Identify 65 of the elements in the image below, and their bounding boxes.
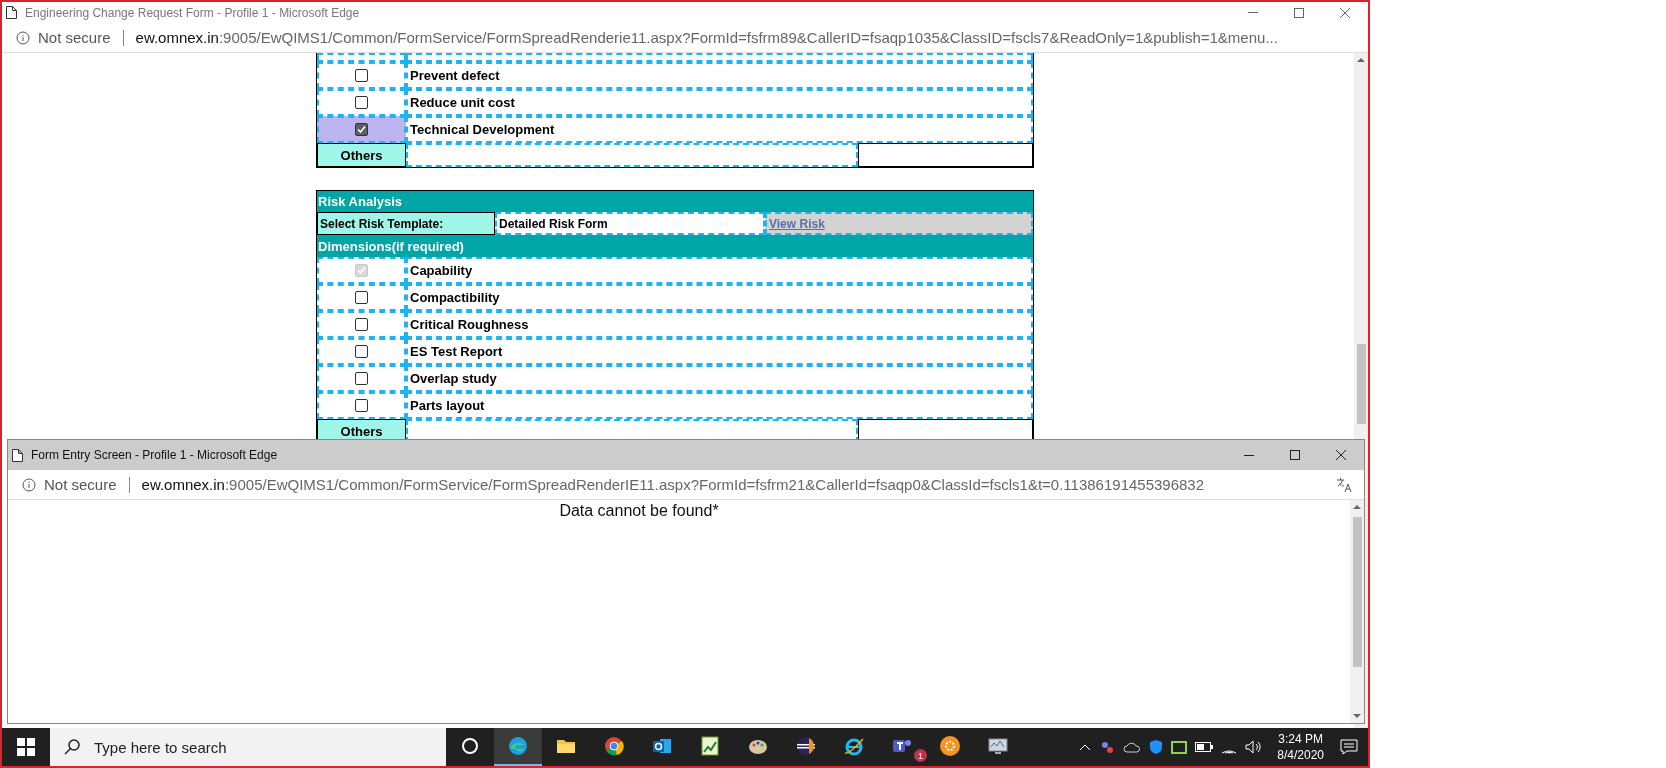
chrome-icon[interactable] — [603, 735, 625, 757]
checkbox[interactable] — [355, 123, 368, 136]
cloud-icon[interactable] — [1123, 740, 1142, 754]
address-field[interactable]: ew.omnex.in:9005/EwQIMS1/Common/FormService/FormSpreadRenderie11.aspx?FormId=fsfrm89&CallerID=fsaqp1035&ClassID=fscls7&ReadOnly=1&publish=1&menu... — [135, 29, 1278, 46]
template-field[interactable]: Detailed Risk Form — [495, 212, 765, 235]
option-label: Overlap study — [406, 365, 1033, 392]
document-icon — [6, 6, 17, 19]
clock[interactable]: 3:24 PM 8/4/2020 — [1277, 731, 1324, 763]
option-label: Capability — [406, 257, 1033, 284]
security-label[interactable]: Not secure — [44, 476, 117, 493]
scroll-up-icon[interactable] — [1353, 503, 1361, 511]
browser-icon[interactable] — [843, 735, 865, 757]
scrollbar-thumb[interactable] — [1352, 517, 1362, 667]
option-label: Technical Development — [406, 116, 1033, 143]
flower-icon[interactable] — [939, 735, 961, 757]
maximize-icon[interactable] — [1294, 7, 1304, 18]
close-icon[interactable] — [1340, 7, 1350, 18]
circle-icon[interactable] — [459, 735, 481, 757]
checkbox[interactable] — [355, 345, 368, 358]
search-field[interactable]: Type here to search — [50, 728, 446, 766]
error-message: Data cannot be found* — [558, 501, 720, 520]
scroll-down-icon[interactable] — [1353, 712, 1361, 720]
option-label: Critical Roughness — [406, 311, 1033, 338]
battery-icon[interactable] — [1195, 742, 1214, 752]
address-field[interactable]: ew.omnex.in:9005/EwQIMS1/Common/FormService/FormSpreadRenderIE11.aspx?FormId=fsfrm21&CallerId=fsaqp0&ClassId=fscls1&t=0.11386191455396832 — [141, 476, 1205, 493]
notification-icon[interactable] — [1340, 739, 1358, 755]
shield-icon[interactable] — [1149, 739, 1164, 755]
option-label: Compactibility — [406, 284, 1033, 311]
volume-icon[interactable] — [1245, 740, 1262, 754]
sphere-icon[interactable] — [795, 735, 817, 757]
scroll-up-icon[interactable] — [1357, 56, 1365, 64]
document-icon — [12, 448, 23, 462]
translate-icon[interactable] — [1336, 476, 1352, 493]
app-tray-icon[interactable] — [1171, 739, 1188, 755]
section-header: Dimensions(if required) — [317, 235, 1033, 257]
window-title: Engineering Change Request Form - Profile 1 - Microsoft Edge — [25, 5, 360, 20]
close-icon[interactable] — [1336, 450, 1346, 460]
option-label: Reduce unit cost — [406, 89, 1033, 116]
window-title: Form Entry Screen - Profile 1 - Microsoft Edge — [31, 448, 278, 462]
checkbox[interactable] — [355, 96, 368, 109]
chart-icon[interactable] — [699, 735, 721, 757]
checkbox[interactable] — [355, 399, 368, 412]
option-label: Prevent defect — [406, 62, 1033, 89]
minimize-icon[interactable] — [1244, 454, 1254, 456]
scrollbar-thumb[interactable] — [1356, 344, 1366, 424]
security-label[interactable]: Not secure — [38, 29, 111, 46]
maximize-icon[interactable] — [1290, 450, 1300, 460]
checkbox[interactable] — [355, 291, 368, 304]
checkbox[interactable] — [355, 318, 368, 331]
monitor-icon[interactable] — [987, 735, 1009, 757]
info-icon[interactable] — [16, 30, 30, 45]
windows-start-icon[interactable] — [17, 738, 35, 756]
info-icon[interactable] — [22, 477, 36, 492]
chevron-up-icon[interactable] — [1079, 743, 1092, 751]
notification-badge: 1 — [914, 749, 927, 762]
option-label: ES Test Report — [406, 338, 1033, 365]
checkbox[interactable] — [355, 69, 368, 82]
checkbox[interactable] — [355, 372, 368, 385]
search-icon — [64, 739, 80, 755]
others-label: Others — [317, 143, 406, 167]
browser-icon[interactable] — [507, 735, 529, 757]
option-label: Parts layout — [406, 392, 1033, 419]
field-label: Select Risk Template: — [317, 212, 495, 235]
others-field[interactable] — [406, 143, 858, 167]
section-header: Risk Analysis — [317, 191, 1033, 212]
